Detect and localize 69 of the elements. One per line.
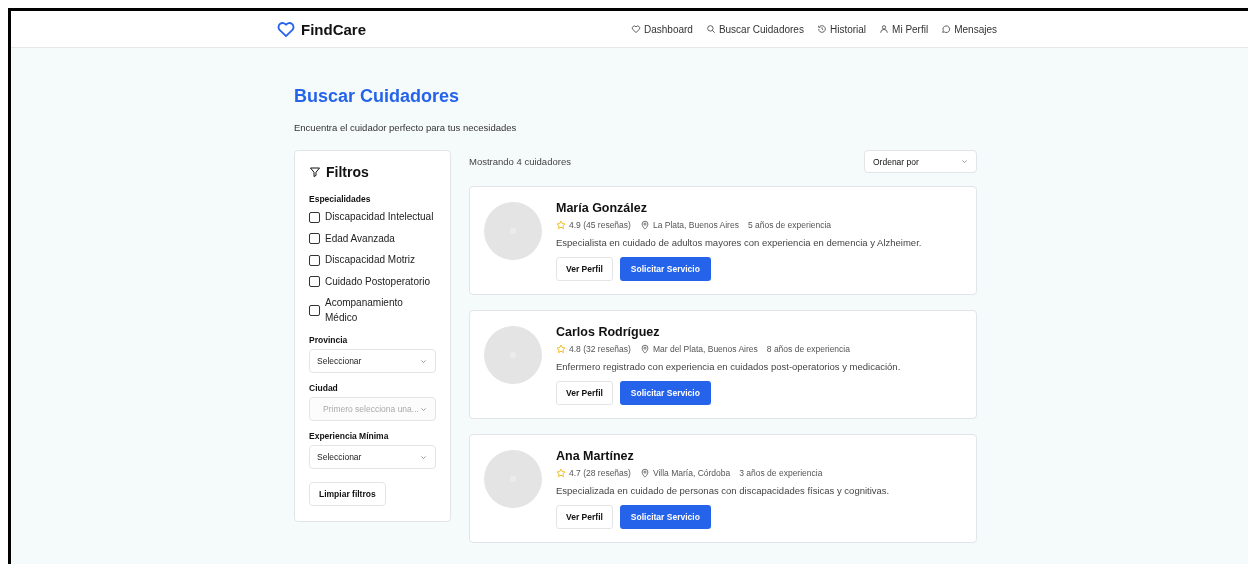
chevron-icon [420,405,427,413]
location-text: Mar del Plata, Buenos Aires [652,344,758,354]
view-profile-button[interactable]: Ver Perfil [556,381,613,405]
star-icon [556,220,566,230]
checkbox-label[interactable]: Acompanamiento Médico [325,296,436,325]
rating-text: 4.7 (28 reseñas) [569,468,631,478]
caregiver-name: María González [556,201,648,215]
caregiver-name: Carlos Rodríguez [556,325,661,339]
filter-label: Especialidades [309,194,372,204]
view-profile-button[interactable]: Ver Perfil [556,505,613,529]
avatar-icon [484,202,542,260]
results-count: Mostrando 4 cuidadores [469,156,571,167]
location-text: La Plata, Buenos Aires [652,220,739,230]
chevron-icon [961,158,968,165]
location-pin-icon [639,468,650,478]
avatar-icon [484,326,542,384]
checkbox[interactable] [309,211,320,223]
sort-select[interactable]: Ordenar por [864,150,977,173]
checkbox[interactable] [309,305,320,316]
chat-icon [941,24,952,34]
history-icon [816,24,827,34]
nav-link[interactable]: Historial [816,23,867,35]
rating-text: 4.9 (45 reseñas) [569,220,631,230]
caregiver-description: Enfermero registrado con experiencia en cuidados post-operatorios y medicación. [556,361,901,372]
heart-icon [276,19,296,39]
avatar-icon [484,450,542,508]
filters-title: Filtros [326,164,369,180]
checkbox-label[interactable]: Edad Avanzada [325,231,395,246]
filter-label: Provincia [309,335,349,345]
select-field[interactable]: Seleccionar [309,349,436,373]
nav-link[interactable]: Mensajes [941,23,997,35]
caregiver-description: Especializada en cuidado de personas con discapacidades físicas y cognitivas. [556,485,890,496]
checkbox-label[interactable]: Discapacidad Motriz [325,253,416,268]
chevron-icon [420,453,427,461]
location-pin-icon [639,220,650,230]
nav-link[interactable]: Mi Perfil [879,23,929,35]
search-icon [705,24,716,34]
view-profile-button[interactable]: Ver Perfil [556,257,613,281]
nav-link[interactable]: Dashboard [630,23,693,35]
caregiver-name: Ana Martínez [556,449,635,463]
filter-icon [309,166,321,178]
star-icon [556,468,566,478]
page-subtitle: Encuentra el cuidador perfecto para tus necesidades [294,122,518,133]
request-service-button[interactable]: Solicitar Servicio [619,257,711,281]
user-icon [879,24,890,34]
nav-link[interactable]: Buscar Cuidadores [705,23,804,35]
experience-text: 5 años de experiencia [747,220,832,230]
clear-filters-button[interactable]: Limpiar filtros [309,482,386,506]
request-service-button[interactable]: Solicitar Servicio [619,381,711,405]
brand-name[interactable]: FindCare [301,20,366,38]
filter-label: Ciudad [309,383,339,393]
checkbox[interactable] [309,233,320,245]
experience-text: 3 años de experiencia [739,468,823,478]
page-title: Buscar Cuidadores [294,86,461,107]
checkbox-label[interactable]: Cuidado Postoperatorio [325,274,431,289]
chevron-icon [420,357,427,365]
checkbox-label[interactable]: Discapacidad Intelectual [325,210,434,225]
filter-label: Experiencia Mínima [309,431,390,441]
checkbox[interactable] [309,254,320,266]
heart-icon [630,24,641,34]
select-field[interactable]: Seleccionar [309,445,436,469]
rating-text: 4.8 (32 reseñas) [569,344,631,354]
location-pin-icon [639,344,650,354]
caregiver-description: Especialista en cuidado de adultos mayores con experiencia en demencia y Alzheimer. [556,237,922,248]
experience-text: 8 años de experiencia [766,344,850,354]
request-service-button[interactable]: Solicitar Servicio [619,505,711,529]
checkbox[interactable] [309,276,320,288]
star-icon [556,344,566,354]
location-text: Villa María, Córdoba [652,468,731,478]
